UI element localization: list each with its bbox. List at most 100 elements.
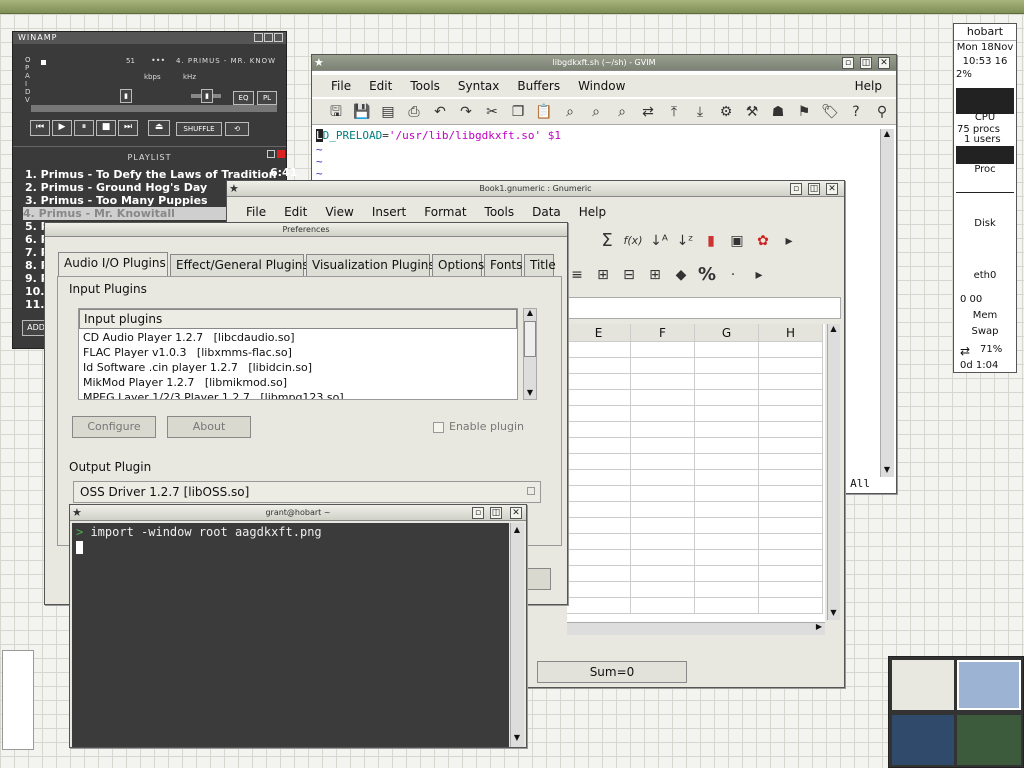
menu-item[interactable]: Tools bbox=[476, 201, 524, 223]
sheet-cell[interactable] bbox=[695, 358, 759, 374]
input-plugins-list[interactable]: Input plugins CD Audio Player 1.2.7 [lib… bbox=[78, 308, 518, 400]
close-icon[interactable]: ✕ bbox=[826, 183, 838, 195]
menu-item[interactable]: Edit bbox=[275, 201, 316, 223]
sheet-cell[interactable] bbox=[695, 582, 759, 598]
sheet-cell[interactable] bbox=[631, 518, 695, 534]
sheet-cell[interactable] bbox=[631, 582, 695, 598]
output-plugin-select[interactable]: OSS Driver 1.2.7 [libOSS.so] bbox=[73, 481, 541, 503]
sheet-cell[interactable] bbox=[759, 374, 823, 390]
sheet-cell[interactable] bbox=[759, 598, 823, 614]
save-session-icon[interactable]: ⤓ bbox=[690, 102, 710, 122]
shuffle-button[interactable]: SHUFFLE bbox=[176, 122, 222, 136]
formula-entry[interactable] bbox=[567, 297, 841, 319]
undo-icon[interactable]: ↶ bbox=[430, 102, 450, 122]
sheet-cell[interactable] bbox=[567, 550, 631, 566]
next-icon[interactable]: ⏭ bbox=[118, 120, 138, 136]
sheet-cell[interactable] bbox=[759, 502, 823, 518]
sheet-cell[interactable] bbox=[631, 358, 695, 374]
find-next-icon[interactable]: ⌕ bbox=[586, 102, 606, 122]
play-icon[interactable]: ▶ bbox=[52, 120, 72, 136]
sheet-cell[interactable] bbox=[695, 422, 759, 438]
maximize-icon[interactable]: ◫ bbox=[808, 183, 820, 195]
sum-icon[interactable]: Σ bbox=[597, 231, 617, 251]
sheet-cell[interactable] bbox=[695, 566, 759, 582]
sheet-cell[interactable] bbox=[759, 486, 823, 502]
find-icon[interactable]: ⌕ bbox=[560, 102, 580, 122]
sheet-cell[interactable] bbox=[759, 534, 823, 550]
scroll-thumb[interactable] bbox=[524, 321, 536, 357]
run-script-icon[interactable]: ⚙ bbox=[716, 102, 736, 122]
sheet-cell[interactable] bbox=[695, 374, 759, 390]
scroll-up-icon[interactable]: ▲ bbox=[510, 525, 524, 534]
menu-item[interactable]: Insert bbox=[363, 201, 415, 223]
plugin-item[interactable]: Id Software .cin player 1.2.7 [libidcin.… bbox=[79, 360, 517, 375]
sheet-cell[interactable] bbox=[695, 598, 759, 614]
tag-jump-icon[interactable]: 🏷 bbox=[820, 102, 840, 122]
maximize-icon[interactable]: ◫ bbox=[490, 507, 502, 519]
sheet-cell[interactable] bbox=[567, 406, 631, 422]
minimize-icon[interactable] bbox=[254, 33, 263, 42]
eq-button[interactable]: EQ bbox=[233, 91, 254, 105]
align-center-icon[interactable]: ≡ bbox=[567, 265, 587, 285]
scroll-down-icon[interactable]: ▼ bbox=[827, 608, 840, 620]
playlist-item[interactable]: 2. Primus - Ground Hog's Day bbox=[25, 181, 207, 194]
workspace-4[interactable] bbox=[957, 715, 1021, 765]
sheet-cell[interactable] bbox=[695, 518, 759, 534]
menu-item[interactable]: Tools bbox=[401, 75, 449, 97]
desktop-thumbnail[interactable] bbox=[2, 650, 34, 750]
scroll-right-icon[interactable]: ▶ bbox=[813, 622, 825, 635]
sheet-cell[interactable] bbox=[695, 550, 759, 566]
sheet-cell[interactable] bbox=[759, 342, 823, 358]
window-menu-icon[interactable]: ★ bbox=[314, 56, 324, 70]
workspace-3[interactable] bbox=[892, 715, 954, 765]
sheet-cell[interactable] bbox=[631, 438, 695, 454]
pause-icon[interactable]: ⏸ bbox=[74, 120, 94, 136]
menu-item[interactable]: Window bbox=[569, 75, 634, 97]
sheet-cell[interactable] bbox=[567, 454, 631, 470]
stop-icon[interactable]: ■ bbox=[96, 120, 116, 136]
terminal-output[interactable]: > import -window root aagdkxft.png bbox=[72, 523, 509, 747]
sheet-cell[interactable] bbox=[631, 470, 695, 486]
insert-object-icon[interactable]: ▣ bbox=[727, 231, 747, 251]
sheet-cell[interactable] bbox=[759, 550, 823, 566]
sheet-cell[interactable] bbox=[567, 390, 631, 406]
sheet-cell[interactable] bbox=[631, 390, 695, 406]
sheet-cell[interactable] bbox=[759, 358, 823, 374]
tab-title[interactable]: Title bbox=[524, 254, 556, 276]
sheet-cell[interactable] bbox=[631, 374, 695, 390]
sheet-cell[interactable] bbox=[695, 534, 759, 550]
sheet-cell[interactable] bbox=[567, 598, 631, 614]
previous-icon[interactable]: ⏮ bbox=[30, 120, 50, 136]
terminal-scrollbar[interactable] bbox=[510, 523, 524, 747]
sheet-cell[interactable] bbox=[631, 422, 695, 438]
tab-effect-general-plugins[interactable]: Effect/General Plugins bbox=[170, 254, 309, 276]
help-icon[interactable]: ? bbox=[846, 102, 866, 122]
playlist-item[interactable]: 3. Primus - Too Many Puppies bbox=[25, 194, 208, 207]
menu-item[interactable]: Help bbox=[570, 201, 615, 223]
column-header[interactable]: F bbox=[631, 324, 695, 342]
maximize-icon[interactable]: ◫ bbox=[860, 57, 872, 69]
sheet-cell[interactable] bbox=[759, 422, 823, 438]
cut-icon[interactable]: ✂ bbox=[482, 102, 502, 122]
sheet-cell[interactable] bbox=[759, 470, 823, 486]
ctags-icon[interactable]: ⚑ bbox=[794, 102, 814, 122]
find-help-icon[interactable]: ⚲ bbox=[872, 102, 892, 122]
close-icon[interactable] bbox=[274, 33, 283, 42]
sheet-cell[interactable] bbox=[631, 566, 695, 582]
sheet-cell[interactable] bbox=[631, 342, 695, 358]
list-header[interactable]: Input plugins bbox=[79, 309, 517, 329]
print-icon[interactable]: ⎙ bbox=[404, 102, 424, 122]
sheet-cell[interactable] bbox=[759, 566, 823, 582]
eject-icon[interactable]: ⏏ bbox=[148, 120, 170, 136]
sheet-cell[interactable] bbox=[695, 502, 759, 518]
sheet-cell[interactable] bbox=[695, 406, 759, 422]
sheet-grid[interactable]: EFGH bbox=[567, 324, 825, 624]
sheet-cell[interactable] bbox=[759, 406, 823, 422]
sheet-cell[interactable] bbox=[695, 454, 759, 470]
column-header[interactable]: G bbox=[695, 324, 759, 342]
close-icon[interactable]: ✕ bbox=[878, 57, 890, 69]
menu-item[interactable]: Data bbox=[523, 201, 570, 223]
workspace-pager[interactable] bbox=[888, 656, 1024, 768]
pl-button[interactable]: PL bbox=[257, 91, 277, 105]
sheet-cell[interactable] bbox=[631, 502, 695, 518]
